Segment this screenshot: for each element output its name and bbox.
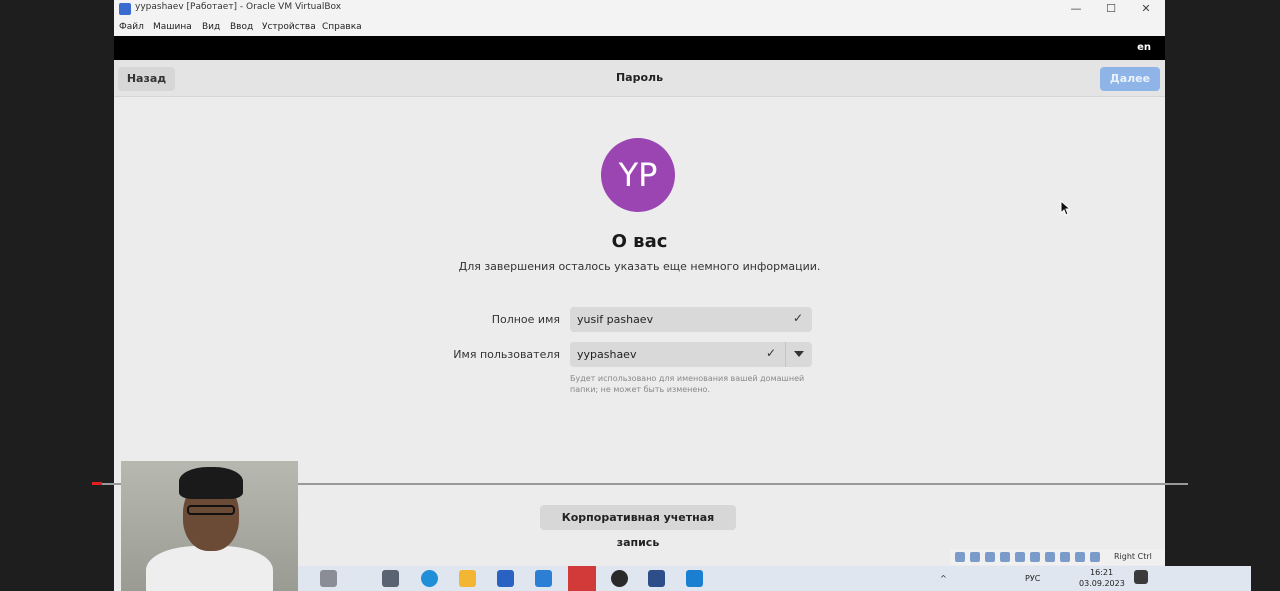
page-title: Пароль — [615, 71, 664, 84]
maximize-button[interactable]: ☐ — [1094, 0, 1128, 18]
keyboard-layout-indicator[interactable]: en — [1137, 42, 1151, 53]
opera-icon[interactable] — [568, 566, 596, 591]
clock-date[interactable]: 03.09.2023 — [1079, 579, 1125, 588]
widgets-icon[interactable] — [320, 570, 337, 587]
display-icon[interactable] — [1045, 552, 1055, 562]
vbox-menubar: Файл Машина Вид Ввод Устройства Справка — [114, 18, 1165, 36]
webcam-person-hair — [179, 467, 243, 499]
usb-icon[interactable] — [1015, 552, 1025, 562]
edge-icon[interactable] — [421, 570, 438, 587]
username-hint: Будет использовано для именования вашей … — [570, 374, 805, 394]
enterprise-login-button[interactable]: Корпоративная учетная запись — [540, 505, 736, 549]
setup-header: Назад Пароль Далее — [114, 60, 1165, 97]
vbox-titlebar: yypashaev [Работает] - Oracle VM Virtual… — [114, 0, 1165, 18]
full-name-field[interactable]: yusif pashaev ✓ — [570, 307, 812, 332]
menu-view[interactable]: Вид — [202, 22, 220, 32]
menu-input[interactable]: Ввод — [230, 22, 253, 32]
menu-help[interactable]: Справка — [322, 22, 362, 32]
hdd-icon[interactable] — [955, 552, 965, 562]
clock-time[interactable]: 16:21 — [1090, 568, 1113, 577]
full-name-value: yusif pashaev — [577, 313, 654, 326]
check-icon: ✓ — [793, 311, 804, 325]
file-explorer-icon[interactable] — [459, 570, 476, 587]
next-button[interactable]: Далее — [1100, 67, 1160, 91]
tray-chevron-icon[interactable]: ^ — [940, 574, 947, 583]
notifications-icon[interactable] — [1134, 570, 1148, 584]
host-taskbar: ^ РУС 16:21 03.09.2023 — [200, 566, 1251, 591]
mouse-cursor-icon — [1060, 200, 1070, 216]
username-field[interactable]: yypashaev ✓ — [570, 342, 785, 367]
full-name-label: Полное имя — [491, 313, 560, 326]
username-value: yypashaev — [577, 348, 637, 361]
cpu-icon[interactable] — [1075, 552, 1085, 562]
close-button[interactable]: ✕ — [1129, 0, 1163, 18]
shared-folder-icon[interactable] — [1030, 552, 1040, 562]
user-avatar[interactable]: YP — [601, 138, 675, 212]
about-you-heading: О вас — [611, 231, 668, 252]
username-label: Имя пользователя — [453, 348, 560, 361]
virtualbox-taskbar-icon[interactable] — [648, 570, 665, 587]
network-icon[interactable] — [1000, 552, 1010, 562]
menu-machine[interactable]: Машина — [153, 22, 192, 32]
input-language[interactable]: РУС — [1025, 574, 1040, 583]
settings-app-icon[interactable] — [686, 570, 703, 587]
virtualbox-icon — [119, 3, 131, 15]
check-icon: ✓ — [766, 346, 777, 360]
about-you-subtitle: Для завершения осталось указать еще немн… — [458, 260, 821, 273]
menu-devices[interactable]: Устройства — [262, 22, 316, 32]
app-icon[interactable] — [611, 570, 628, 587]
gnome-top-bar: en — [114, 36, 1165, 60]
audio-icon[interactable] — [985, 552, 995, 562]
host-key-label: Right Ctrl — [1114, 552, 1152, 561]
vbox-statusbar: Right Ctrl — [950, 549, 1165, 565]
optical-drive-icon[interactable] — [970, 552, 980, 562]
webcam-overlay — [121, 461, 298, 591]
video-progress-played — [92, 482, 102, 485]
store-icon[interactable] — [497, 570, 514, 587]
webcam-person-shirt — [146, 546, 273, 591]
mail-icon[interactable] — [535, 570, 552, 587]
chevron-down-icon — [794, 351, 804, 357]
mouse-integration-icon[interactable] — [1090, 552, 1100, 562]
menu-file[interactable]: Файл — [119, 22, 144, 32]
window-title: yypashaev [Работает] - Oracle VM Virtual… — [135, 2, 342, 12]
webcam-person-glasses — [187, 505, 235, 515]
task-view-icon[interactable] — [382, 570, 399, 587]
minimize-button[interactable]: — — [1059, 0, 1093, 18]
recording-icon[interactable] — [1060, 552, 1070, 562]
username-dropdown-button[interactable] — [785, 342, 812, 367]
